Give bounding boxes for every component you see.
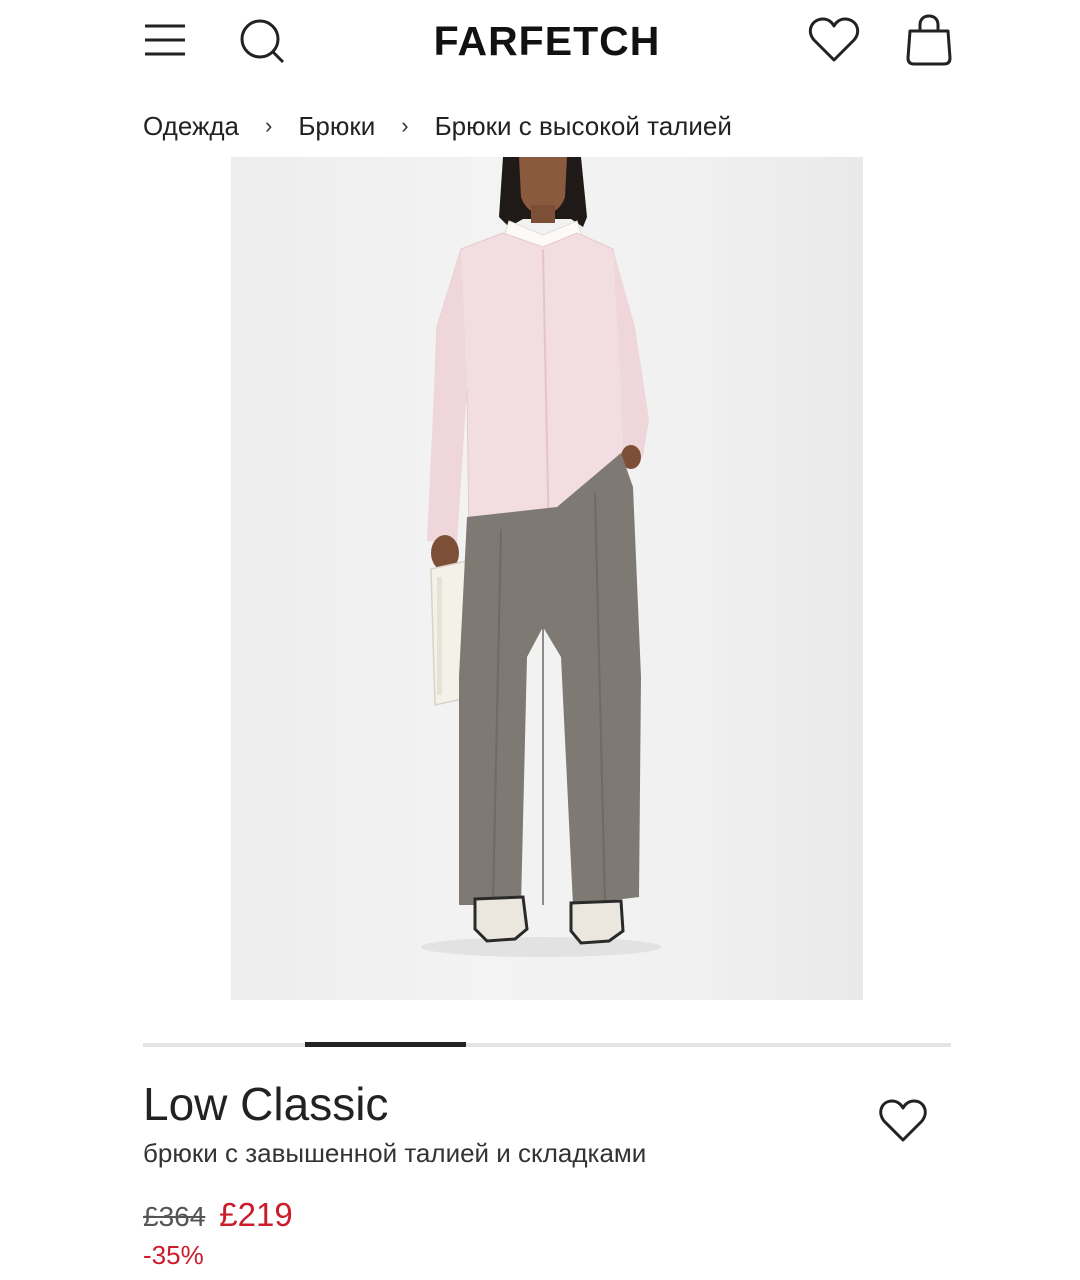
discount-percent: -35% [143,1240,204,1270]
product-description: брюки с завышенной талией и складками [143,1138,647,1168]
breadcrumb-separator: › [401,113,409,138]
breadcrumb-trousers[interactable]: Брюки [298,111,375,142]
image-carousel-indicator[interactable] [143,1042,951,1047]
top-header: FARFETCH [0,0,1080,84]
shopping-bag-icon[interactable] [904,14,954,66]
model-illustration [421,157,661,957]
add-to-wishlist-heart-icon[interactable] [878,1098,928,1144]
breadcrumb-separator: › [265,113,273,138]
price-row: £364 £219 [143,1196,293,1234]
breadcrumb-clothing[interactable]: Одежда [143,111,239,142]
heart-icon[interactable] [808,16,860,64]
carousel-active-segment [305,1042,466,1047]
hamburger-menu-icon[interactable] [143,22,187,58]
product-image[interactable] [231,157,863,1000]
farfetch-logo[interactable]: FARFETCH [380,18,714,64]
breadcrumb-high-waist-trousers[interactable]: Брюки с высокой талией [435,111,732,142]
product-page: FARFETCH Одежда › Брюки › Брюки с высоко… [0,0,1080,1280]
old-price: £364 [143,1201,206,1232]
search-icon[interactable] [238,17,286,65]
breadcrumb: Одежда › Брюки › Брюки с высокой талией [143,108,732,144]
sale-price: £219 [219,1196,293,1233]
product-brand[interactable]: Low Classic [143,1078,388,1130]
